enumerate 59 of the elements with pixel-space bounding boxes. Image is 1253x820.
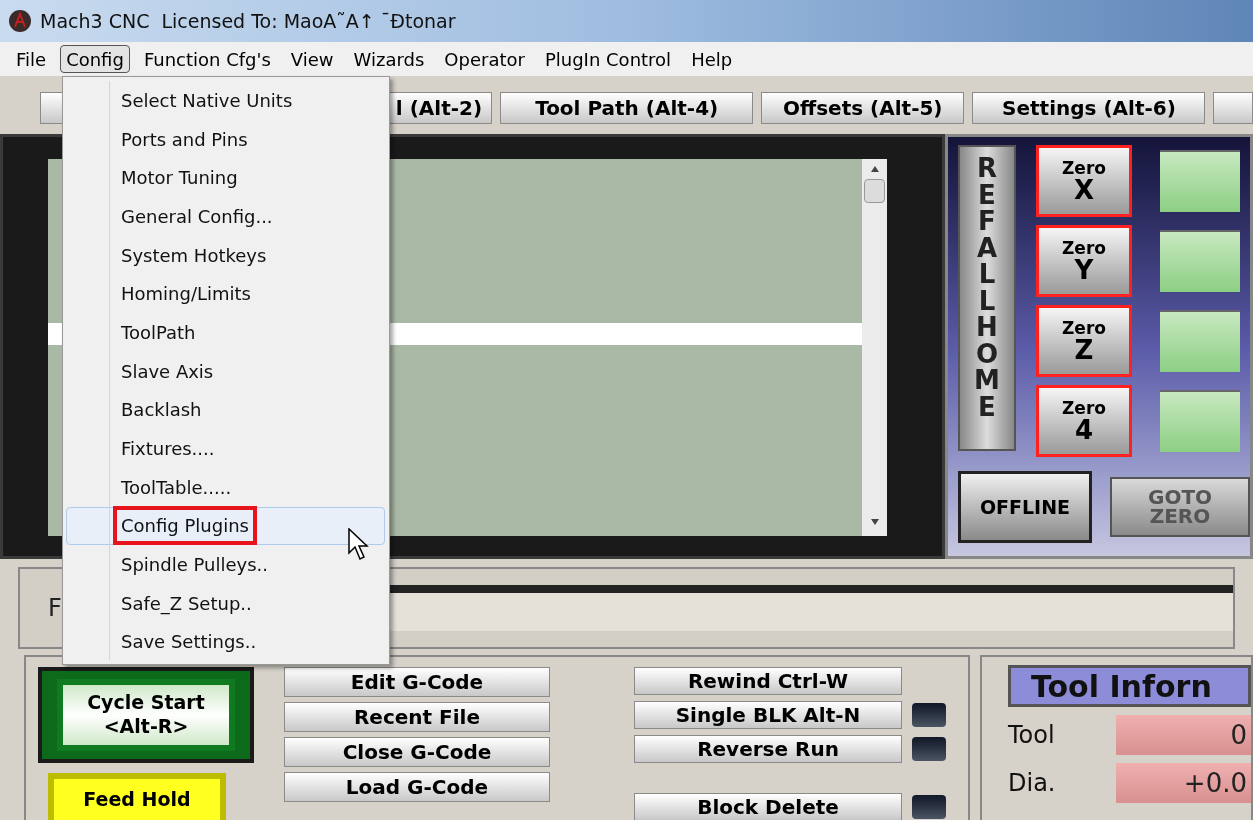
menu-item[interactable]: Function Cfg's bbox=[137, 45, 277, 73]
tool-field-label: Dia. bbox=[1008, 768, 1057, 799]
run-button[interactable]: Reverse Run bbox=[634, 735, 902, 763]
menu-item[interactable]: Backlash bbox=[66, 390, 385, 430]
program-button[interactable]: Edit G-Code bbox=[284, 667, 550, 697]
tool-info-title: Tool Inforn bbox=[1008, 665, 1251, 707]
zero-axis-button[interactable]: Zero Y bbox=[1036, 225, 1132, 297]
scroll-thumb[interactable] bbox=[864, 179, 885, 203]
tab[interactable]: Tool Path (Alt-4) bbox=[500, 92, 754, 124]
goto-zero-button[interactable]: GOTO ZERO bbox=[1110, 477, 1250, 537]
menu-item[interactable]: Safe_Z Setup.. bbox=[66, 583, 385, 623]
menu-item[interactable]: System Hotkeys bbox=[66, 235, 385, 275]
ref-all-home-button[interactable]: REF ALL HOME bbox=[958, 145, 1016, 451]
menu-item[interactable]: ToolPath bbox=[66, 313, 385, 352]
tool-field-value: +0.0 bbox=[1116, 763, 1251, 803]
menu-item[interactable]: Ports and Pins bbox=[66, 119, 385, 159]
app-logo-icon bbox=[8, 9, 32, 33]
feed-hold-button[interactable]: Feed Hold bbox=[48, 773, 226, 820]
tool-field-value: 0 bbox=[1116, 715, 1251, 755]
menu-item[interactable]: View bbox=[284, 45, 340, 73]
mouse-cursor-icon bbox=[348, 528, 370, 562]
menu-item[interactable]: PlugIn Control bbox=[538, 45, 678, 73]
program-button[interactable]: Recent File bbox=[284, 702, 550, 732]
offline-button[interactable]: OFFLINE bbox=[958, 471, 1092, 543]
zero-axis-button[interactable]: Zero Z bbox=[1036, 305, 1132, 377]
menu-item[interactable]: File bbox=[10, 45, 53, 73]
menu-item[interactable]: Operator bbox=[438, 45, 531, 73]
program-button[interactable]: Close G-Code bbox=[284, 737, 550, 767]
led-indicator bbox=[912, 703, 946, 727]
file-label: F bbox=[48, 593, 62, 624]
menu-item[interactable]: Save Settings.. bbox=[66, 622, 385, 662]
menu-item[interactable]: Help bbox=[685, 45, 739, 73]
menu-item[interactable]: Slave Axis bbox=[66, 351, 385, 391]
tab[interactable] bbox=[1213, 92, 1253, 124]
led-indicator bbox=[912, 737, 946, 761]
menu-item[interactable]: Fixtures.... bbox=[66, 429, 385, 468]
scroll-down-icon[interactable] bbox=[869, 518, 880, 526]
menu-item[interactable]: ToolTable..... bbox=[66, 467, 385, 507]
menu-item[interactable]: Wizards bbox=[347, 45, 431, 73]
tab[interactable]: Offsets (Alt-5) bbox=[761, 92, 965, 124]
run-button[interactable]: Block Delete bbox=[634, 793, 902, 820]
menu-item[interactable]: Motor Tuning bbox=[66, 158, 385, 198]
run-button[interactable]: Single BLK Alt-N bbox=[634, 701, 902, 729]
menu-item[interactable]: Config Plugins bbox=[66, 506, 385, 546]
tool-field-label: Tool bbox=[1008, 720, 1056, 751]
zero-axis-button[interactable]: Zero 4 bbox=[1036, 385, 1132, 457]
window-title: Mach3 CNC Licensed To: MaoA˜A↑ ¯Ðtonar bbox=[40, 8, 456, 34]
menu-item[interactable]: Homing/Limits bbox=[66, 274, 385, 314]
cycle-start-button[interactable]: Cycle Start <Alt-R> bbox=[38, 667, 254, 763]
scroll-up-icon[interactable] bbox=[869, 165, 880, 173]
zero-axis-button[interactable]: Zero X bbox=[1036, 145, 1132, 217]
menu-item[interactable]: General Config... bbox=[66, 197, 385, 236]
program-button[interactable]: Load G-Code bbox=[284, 772, 550, 802]
tab[interactable]: Settings (Alt-6) bbox=[972, 92, 1206, 124]
menu-item[interactable]: Spindle Pulleys.. bbox=[66, 545, 385, 584]
menu-item[interactable]: Config bbox=[60, 45, 130, 73]
run-button[interactable]: Rewind Ctrl-W bbox=[634, 667, 902, 695]
menu-item[interactable]: Select Native Units bbox=[66, 81, 385, 120]
led-indicator bbox=[912, 795, 946, 819]
